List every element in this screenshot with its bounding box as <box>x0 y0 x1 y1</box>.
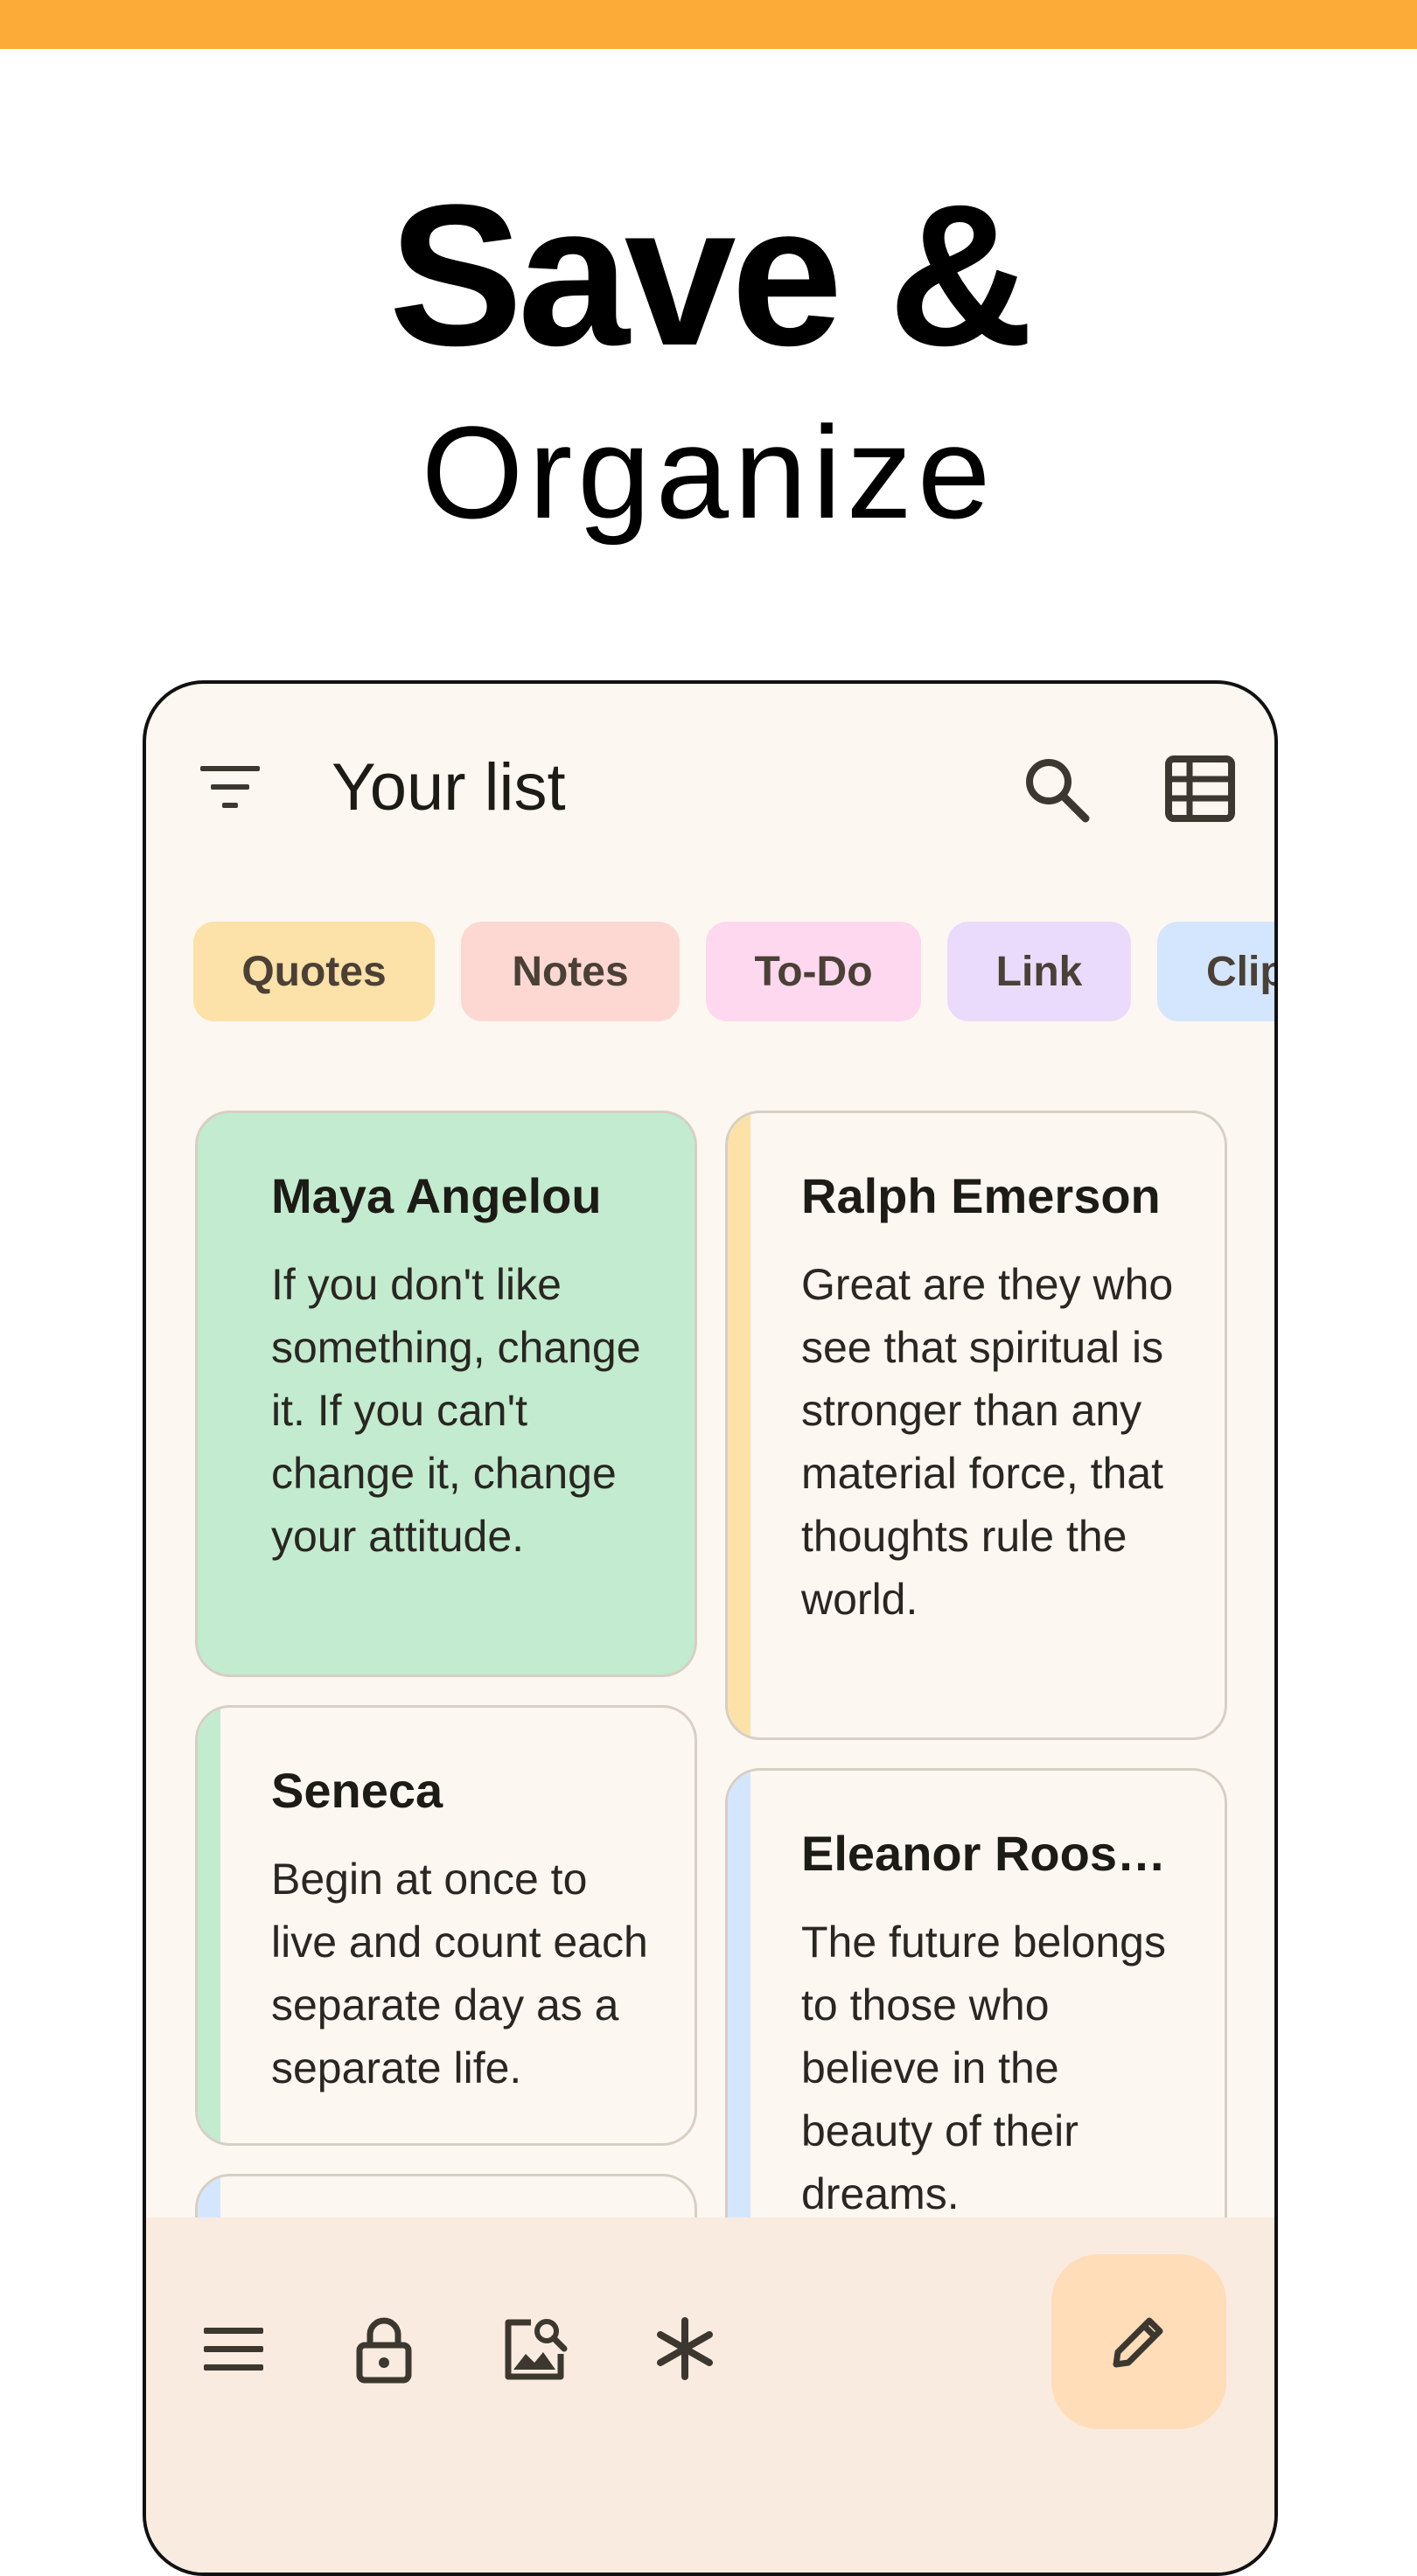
chip-clip[interactable]: Clip <box>1157 922 1274 1021</box>
note-card[interactable]: Maya Angelou If you don't like something… <box>195 1110 697 1677</box>
note-card-title: Seneca <box>271 1763 443 1818</box>
note-card-color-stripe <box>198 1708 220 2143</box>
note-card-color-stripe <box>728 1113 750 1737</box>
note-card-body: The future belongs to those who believe … <box>801 1918 1166 2218</box>
note-card[interactable]: Seneca Begin at once to live and count e… <box>195 1705 697 2146</box>
bottom-app-bar <box>146 2217 1274 2573</box>
phone-frame: Your list Quotes Notes To-Do Link Clip M… <box>143 680 1278 2576</box>
chip-quotes[interactable]: Quotes <box>193 922 435 1021</box>
search-icon[interactable] <box>1021 754 1091 824</box>
filter-icon[interactable] <box>199 762 262 811</box>
app-bar: Your list <box>146 684 1274 885</box>
note-card-body: If you don't like something, change it. … <box>271 1260 641 1561</box>
note-card-title: Ralph Emerson <box>801 1168 1161 1223</box>
chip-link[interactable]: Link <box>947 922 1131 1021</box>
page-title: Your list <box>332 750 566 825</box>
chip-notes[interactable]: Notes <box>461 922 680 1021</box>
chip-to-do[interactable]: To-Do <box>706 922 921 1021</box>
note-card[interactable]: Eleanor Roosevelt The future belongs to … <box>725 1768 1227 2293</box>
promo-subheadline: Organize <box>421 399 996 546</box>
lock-icon[interactable] <box>349 2314 419 2384</box>
top-accent-bar <box>0 0 1417 49</box>
image-search-icon[interactable] <box>499 2314 569 2384</box>
note-card-body: Begin at once to live and count each sep… <box>271 1855 648 2092</box>
note-card-title: Eleanor Roosevelt <box>801 1826 1190 1881</box>
note-card-title: Maya Angelou <box>271 1168 602 1223</box>
table-view-icon[interactable] <box>1165 755 1235 822</box>
promo-headline: Save & <box>388 163 1033 387</box>
pencil-icon <box>1113 2317 1163 2368</box>
asterisk-icon[interactable] <box>650 2314 720 2384</box>
new-note-fab[interactable] <box>1051 2254 1226 2429</box>
note-card[interactable]: Ralph Emerson Great are they who see tha… <box>725 1110 1227 1740</box>
menu-icon[interactable] <box>199 2314 269 2384</box>
note-card-body: Great are they who see that spiritual is… <box>801 1260 1174 1624</box>
note-card-color-stripe <box>728 1771 750 2290</box>
